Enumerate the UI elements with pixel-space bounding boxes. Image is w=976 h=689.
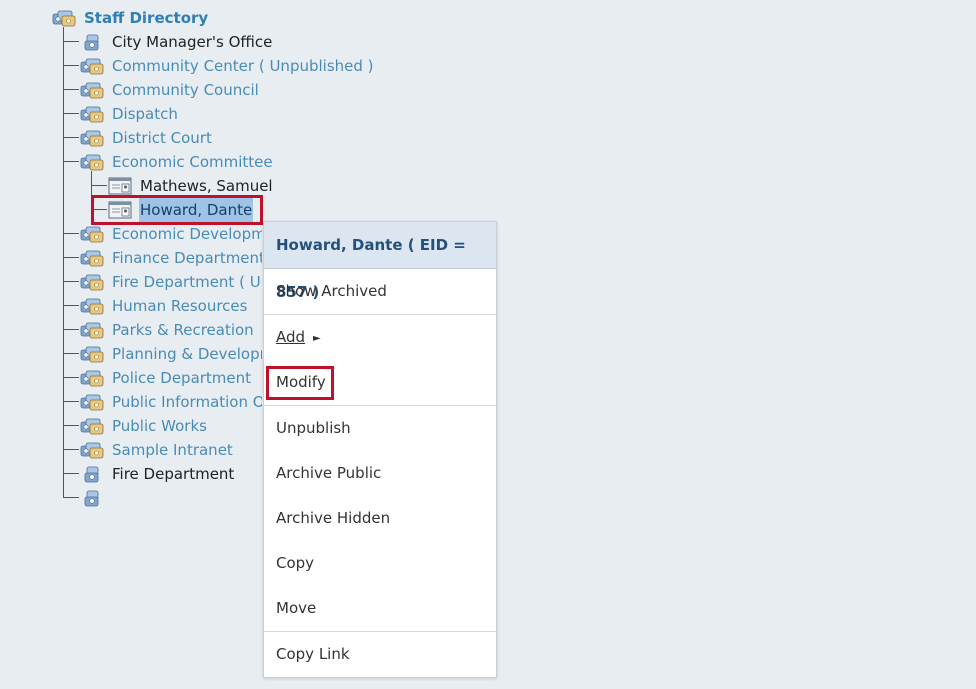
tree-item-label[interactable]: Public Information Office xyxy=(112,390,262,414)
menu-item-archive-hidden[interactable]: Archive Hidden xyxy=(264,496,496,541)
tree-item-label[interactable]: Dispatch xyxy=(112,102,178,126)
folder-single-icon xyxy=(80,488,104,508)
tree-item-label[interactable]: Fire Department xyxy=(112,462,234,486)
folder-group-icon xyxy=(80,440,104,460)
menu-item-copy[interactable]: Copy xyxy=(264,541,496,586)
tree-item-label[interactable]: City Manager's Office xyxy=(112,30,272,54)
tree-item-finance-department[interactable]: Finance Department xyxy=(80,246,262,270)
folder-group-icon xyxy=(80,320,104,340)
tree-item-label[interactable]: Community Council xyxy=(112,78,259,102)
tree-item-public-information-office[interactable]: Public Information Office xyxy=(80,390,262,414)
folder-group-icon xyxy=(80,368,104,388)
tree-item-label[interactable]: Police Department xyxy=(112,366,251,390)
folder-group-icon xyxy=(80,296,104,316)
folder-group-icon xyxy=(80,56,104,76)
menu-item-unpublish[interactable]: Unpublish xyxy=(264,406,496,451)
folder-group-icon xyxy=(80,152,104,172)
folder-single-icon xyxy=(80,32,104,52)
folder-group-icon xyxy=(80,344,104,364)
tree-item-community-council[interactable]: Community Council xyxy=(80,78,380,102)
folder-group-icon xyxy=(80,248,104,268)
folder-group-icon xyxy=(80,128,104,148)
tree-item-fire-department-unpublished[interactable]: Fire Department ( Unpublished ) xyxy=(80,270,262,294)
tree-item-planning-development[interactable]: Planning & Development xyxy=(80,342,262,366)
highlight-box-modify xyxy=(266,366,334,400)
tree-item-sample-intranet[interactable]: Sample Intranet xyxy=(80,438,262,462)
tree-connector xyxy=(63,27,64,497)
menu-item-show-archived[interactable]: Show Archived xyxy=(264,269,496,314)
tree-item-label[interactable]: Sample Intranet xyxy=(112,438,233,462)
tree-item-fire-department[interactable]: Fire Department xyxy=(80,462,262,486)
menu-item-copy-link[interactable]: Copy Link xyxy=(264,632,496,677)
contact-card-icon xyxy=(108,176,132,196)
tree-item-label[interactable]: Economic Committee xyxy=(112,150,273,174)
tree-item-dispatch[interactable]: Dispatch xyxy=(80,102,380,126)
tree-item-police-department[interactable]: Police Department xyxy=(80,366,262,390)
submenu-arrow-icon: ► xyxy=(313,333,321,344)
context-menu: Howard, Dante ( EID = 857 ) Show Archive… xyxy=(263,221,497,678)
context-menu-header: Howard, Dante ( EID = 857 ) xyxy=(264,222,496,301)
tree-item-label[interactable]: District Court xyxy=(112,126,212,150)
folder-group-icon xyxy=(80,392,104,412)
tree-item-label[interactable]: Parks & Recreation xyxy=(112,318,254,342)
tree-item-district-court[interactable]: District Court xyxy=(80,126,380,150)
tree-item-label[interactable]: Public Works xyxy=(112,414,207,438)
folder-group-icon xyxy=(80,416,104,436)
tree-item-label[interactable]: Fire Department ( Unpublished ) xyxy=(112,270,262,294)
tree-item-economic-development[interactable]: Economic Development xyxy=(80,222,262,246)
folder-single-icon xyxy=(80,464,104,484)
tree-item-label[interactable]: Human Resources xyxy=(112,294,247,318)
menu-item-add-label: Add xyxy=(276,328,306,346)
menu-item-add[interactable]: Add ► xyxy=(264,315,496,360)
tree-root-label[interactable]: Staff Directory xyxy=(84,6,208,30)
tree-item-label[interactable]: Planning & Development xyxy=(112,342,262,366)
menu-item-move[interactable]: Move xyxy=(264,586,496,631)
folder-group-icon xyxy=(80,224,104,244)
tree-item-parks-recreation[interactable]: Parks & Recreation xyxy=(80,318,262,342)
tree-item-label[interactable]: Finance Department xyxy=(112,246,262,270)
tree-item-community-center[interactable]: Community Center ( Unpublished ) xyxy=(80,54,400,78)
tree-root[interactable]: Staff Directory xyxy=(52,6,252,30)
menu-item-archive-public[interactable]: Archive Public xyxy=(264,451,496,496)
tree-item-label[interactable]: Economic Development xyxy=(112,222,262,246)
folder-group-icon xyxy=(80,272,104,292)
folder-group-icon xyxy=(80,80,104,100)
folder-group-icon xyxy=(80,104,104,124)
tree-item-human-resources[interactable]: Human Resources xyxy=(80,294,262,318)
highlight-box-howard-dante xyxy=(91,195,263,225)
folder-group-icon xyxy=(52,8,76,28)
tree-item-label[interactable]: Community Center ( Unpublished ) xyxy=(112,54,374,78)
tree-item-city-managers-office[interactable]: City Manager's Office xyxy=(80,30,380,54)
tree-item-public-works[interactable]: Public Works xyxy=(80,414,262,438)
tree-item-economic-committee[interactable]: Economic Committee xyxy=(80,150,380,174)
tree-item-unnamed[interactable] xyxy=(80,486,180,510)
